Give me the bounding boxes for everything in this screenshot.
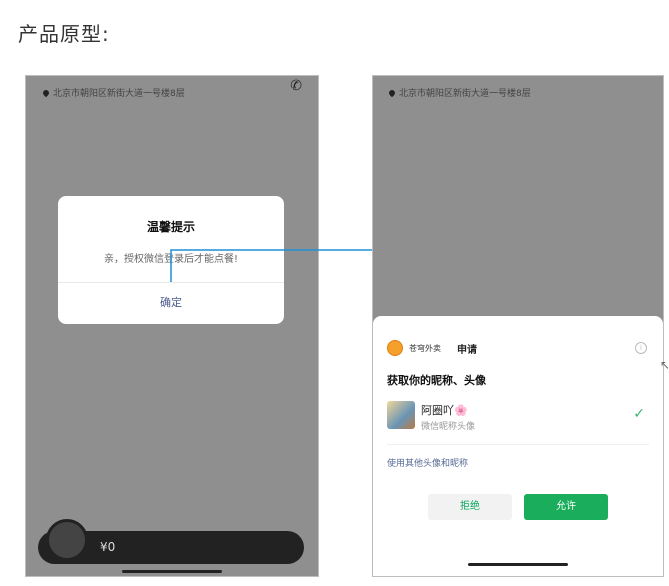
dialog-title: 温馨提示 [146, 220, 195, 234]
address-text: 北京市朝阳区新街大道一号楼8层 [399, 89, 531, 99]
cart-bar[interactable]: ¥0 [38, 519, 304, 564]
cart-price: ¥0 [100, 540, 116, 554]
home-indicator [122, 570, 222, 573]
address-text: 北京市朝阳区新街大道一号楼8层 [53, 89, 185, 99]
phone-left: 北京市朝阳区新街大道一号楼8层 ✆ 温馨提示 亲，授权微信登录后才能点餐! 确定… [25, 75, 319, 577]
nickname-subtitle: 微信昵称头像 [421, 422, 476, 432]
cart-icon[interactable] [46, 519, 88, 561]
location-pin-icon [41, 88, 51, 97]
allow-button[interactable]: 允许 [524, 494, 608, 520]
home-indicator [468, 563, 568, 566]
address-bar[interactable]: 北京市朝阳区新街大道一号楼8层 [387, 86, 531, 99]
app-name: 苍穹外卖 [409, 343, 441, 353]
app-header: 苍穹外卖 申请 [387, 340, 477, 356]
authorize-sheet: 苍穹外卖 申请 i 获取你的昵称、头像 阿圈吖🌸 微信昵称头像 ✓ 使用其他头像… [373, 316, 663, 576]
app-logo-icon [387, 340, 403, 356]
row-divider [387, 444, 649, 445]
auth-dialog: 温馨提示 亲，授权微信登录后才能点餐! 确定 [58, 196, 284, 324]
address-bar[interactable]: 北京市朝阳区新街大道一号楼8层 [41, 86, 185, 99]
sheet-title: 获取你的昵称、头像 [387, 374, 486, 387]
dialog-message: 亲，授权微信登录后才能点餐! [103, 254, 238, 265]
location-pin-icon [387, 88, 397, 97]
phone-icon[interactable]: ✆ [290, 78, 302, 94]
page-heading: 产品原型: [18, 22, 110, 46]
info-icon[interactable]: i [635, 342, 647, 354]
nickname: 阿圈吖🌸 [421, 404, 468, 417]
check-icon: ✓ [633, 406, 645, 422]
cursor-icon: ↖ [660, 358, 669, 372]
phone-right: 北京市朝阳区新街大道一号楼8层 苍穹外卖 申请 i 获取你的昵称、头像 阿圈吖🌸… [372, 75, 664, 577]
confirm-button[interactable]: 确定 [58, 294, 284, 310]
use-other-link[interactable]: 使用其他头像和昵称 [387, 456, 468, 469]
apply-label: 申请 [457, 344, 477, 356]
user-option[interactable]: 阿圈吖🌸 微信昵称头像 ✓ [387, 400, 649, 434]
reject-button[interactable]: 拒绝 [428, 494, 512, 520]
dialog-divider [58, 282, 284, 283]
avatar [387, 401, 415, 429]
